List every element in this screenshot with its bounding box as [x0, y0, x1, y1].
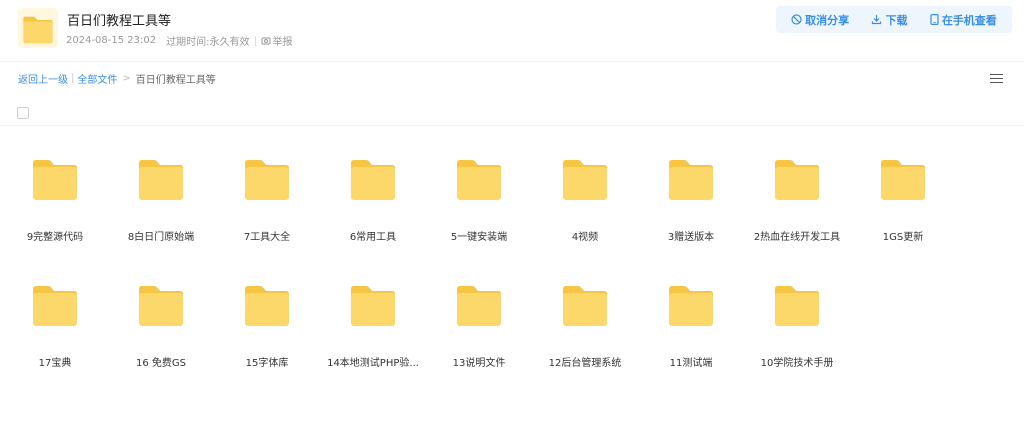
folder-name: 3赠送版本 — [667, 232, 715, 243]
folder-item[interactable]: 11测试端 — [641, 271, 741, 381]
folder-name: 17宝典 — [38, 358, 72, 369]
folder-icon — [243, 159, 291, 201]
folder-icon — [773, 285, 821, 327]
folder-icon — [18, 8, 58, 48]
folder-item[interactable]: 17宝典 — [5, 271, 105, 381]
folder-icon — [31, 285, 79, 327]
folder-icon — [561, 159, 609, 201]
folder-name: 5一键安装端 — [450, 232, 508, 243]
download-icon — [872, 15, 882, 25]
folder-name: 6常用工具 — [349, 232, 397, 243]
folder-item[interactable]: 7工具大全 — [217, 145, 317, 255]
folder-item[interactable]: 3赠送版本 — [641, 145, 741, 255]
folder-name: 16 免费GS — [136, 358, 186, 369]
folder-name: 7工具大全 — [243, 232, 291, 243]
folder-name: 8白日门原始端 — [127, 232, 195, 243]
folder-icon — [349, 285, 397, 327]
expire-value: 永久有效 — [209, 37, 250, 48]
back-link[interactable]: 返回上一级 — [18, 71, 68, 86]
folder-icon — [31, 159, 79, 201]
select-all-checkbox[interactable] — [17, 107, 29, 119]
folder-item[interactable]: 5一键安装端 — [429, 145, 529, 255]
folder-icon — [349, 159, 397, 201]
folder-icon — [773, 159, 821, 201]
phone-icon — [930, 14, 939, 25]
breadcrumb-arrow-icon: > — [122, 73, 131, 84]
folder-item[interactable]: 1GS更新 — [853, 145, 953, 255]
folder-icon — [667, 285, 715, 327]
share-header: 百日们教程工具等 2024-08-15 23:02 过期时间: 永久有效 举报 … — [0, 0, 1024, 60]
cancel-share-label: 取消分享 — [805, 13, 850, 27]
open-on-phone-label: 在手机查看 — [941, 13, 997, 27]
cancel-share-button[interactable]: 取消分享 — [791, 12, 849, 28]
share-actions: 取消分享 下载 在手机查看 — [776, 6, 1012, 33]
list-divider — [0, 125, 1024, 126]
folder-item[interactable]: 12后台管理系统 — [535, 271, 635, 381]
folder-name: 13说明文件 — [452, 358, 506, 369]
folder-item[interactable]: 4视频 — [535, 145, 635, 255]
meta-divider — [254, 35, 256, 46]
folder-name: 2热血在线开发工具 — [753, 232, 841, 243]
header-divider — [0, 61, 1024, 62]
folder-icon — [455, 285, 503, 327]
folder-name: 10学院技术手册 — [760, 358, 834, 369]
folder-item[interactable]: 14本地测试PHP验... — [323, 271, 423, 381]
folder-icon — [137, 285, 185, 327]
folder-name: 14本地测试PHP验... — [327, 358, 419, 369]
folder-icon — [667, 159, 715, 201]
breadcrumb-separator: | — [71, 73, 75, 84]
all-files-link[interactable]: 全部文件 — [77, 71, 117, 86]
folder-item[interactable]: 10学院技术手册 — [747, 271, 847, 381]
folder-name: 1GS更新 — [882, 232, 924, 243]
download-label: 下载 — [885, 13, 908, 27]
share-title: 百日们教程工具等 — [67, 14, 172, 29]
share-date: 2024-08-15 23:02 — [66, 35, 157, 46]
folder-item[interactable]: 15字体库 — [217, 271, 317, 381]
open-on-phone-button[interactable]: 在手机查看 — [930, 12, 997, 28]
folder-item[interactable]: 8白日门原始端 — [111, 145, 211, 255]
folder-name: 4视频 — [571, 232, 599, 243]
expire-label: 过期时间: — [166, 37, 210, 48]
folder-name: 11测试端 — [669, 358, 713, 369]
share-meta: 2024-08-15 23:02 过期时间: 永久有效 举报 — [66, 33, 293, 48]
folder-item[interactable]: 6常用工具 — [323, 145, 423, 255]
breadcrumb: 返回上一级 | 全部文件 > 百日们教程工具等 — [18, 71, 216, 86]
folder-item[interactable]: 2热血在线开发工具 — [747, 145, 847, 255]
folder-item[interactable]: 13说明文件 — [429, 271, 529, 381]
folder-icon — [243, 285, 291, 327]
folder-item[interactable]: 9完整源代码 — [5, 145, 105, 255]
folder-icon — [879, 159, 927, 201]
view-menu-icon[interactable] — [990, 71, 1004, 85]
folder-icon — [137, 159, 185, 201]
folder-item[interactable]: 16 免费GS — [111, 271, 211, 381]
report-icon — [261, 37, 270, 44]
folder-icon — [455, 159, 503, 201]
report-label: 举报 — [272, 37, 293, 48]
folder-icon — [561, 285, 609, 327]
folder-name: 15字体库 — [245, 358, 289, 369]
report-link[interactable]: 举报 — [261, 33, 293, 48]
folder-name: 9完整源代码 — [26, 232, 84, 243]
ban-icon — [791, 14, 802, 25]
download-button[interactable]: 下载 — [871, 12, 907, 28]
folder-name: 12后台管理系统 — [548, 358, 622, 369]
breadcrumb-current: 百日们教程工具等 — [135, 75, 216, 86]
